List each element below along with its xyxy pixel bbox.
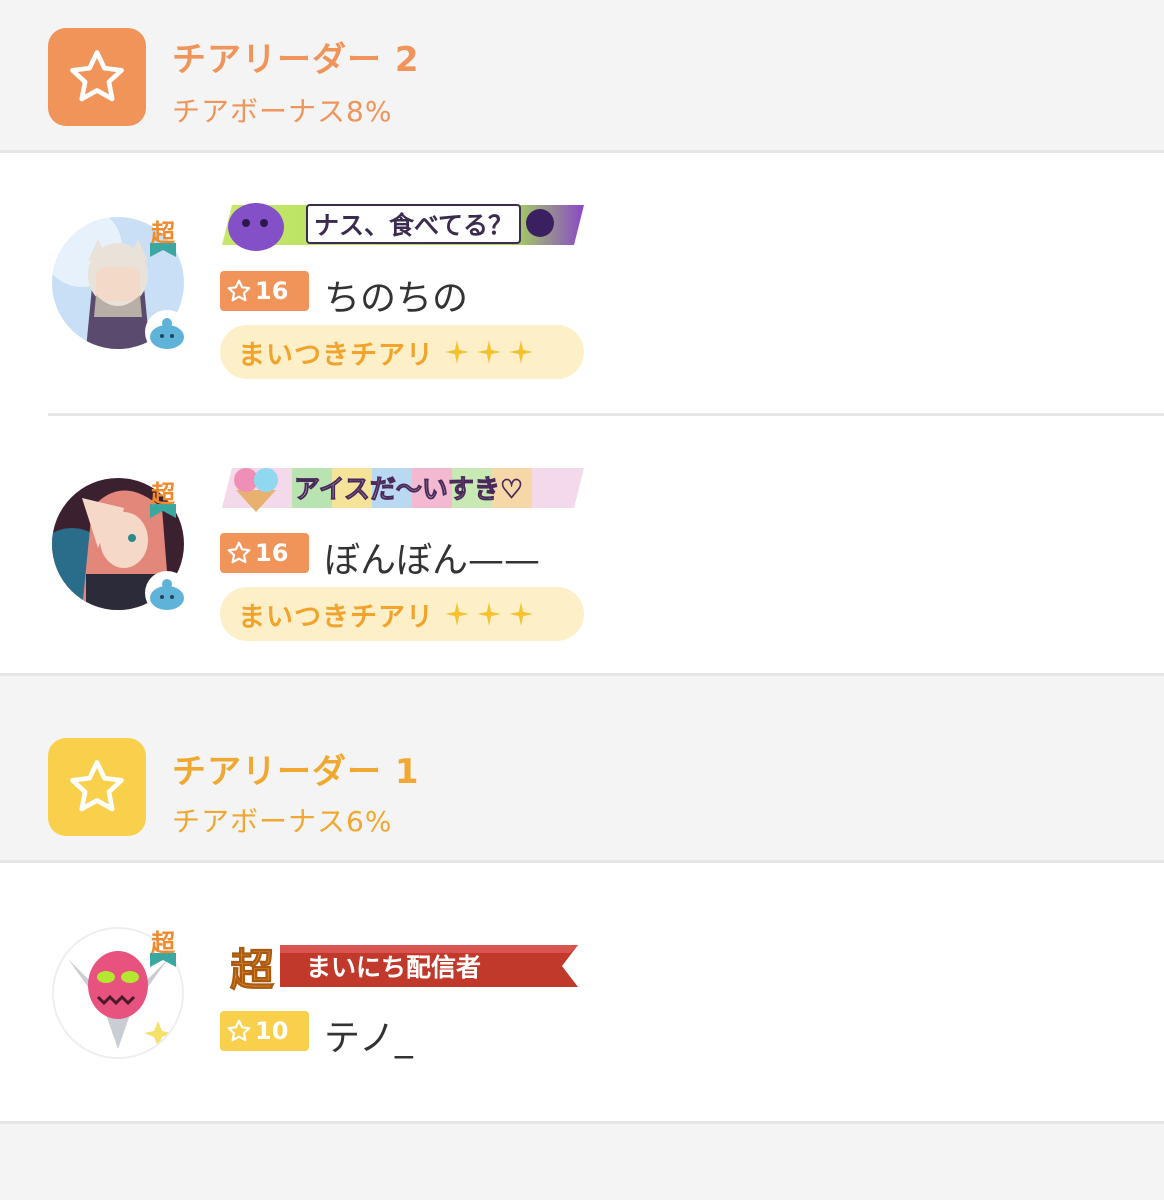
sparkle-icon xyxy=(509,602,533,626)
title-banner: ナス、食べてる？ xyxy=(222,197,584,251)
tier-bonus: チアボーナス6% xyxy=(172,805,393,838)
level-badge: 16 xyxy=(220,533,309,573)
sparkle-icon xyxy=(477,602,501,626)
level-badge: 16 xyxy=(220,271,309,311)
subscription-badge: まいつきチアリ xyxy=(220,325,584,379)
banner-text: ナス、食べてる？ xyxy=(306,204,522,244)
svg-text:超: 超 xyxy=(151,480,176,508)
tier-1-member-list: 超 超 まいにち配信者 10 テノ_ xyxy=(0,860,1164,1124)
username[interactable]: ちのちの xyxy=(324,269,468,321)
title-banner: 超 まいにち配信者 xyxy=(222,939,582,993)
tier-header-2: チアリーダー 2 チアボーナス8% xyxy=(0,0,1164,152)
pet-badge-icon xyxy=(145,571,189,615)
super-member-icon: 超 xyxy=(150,480,176,518)
tier-bonus: チアボーナス8% xyxy=(172,95,393,128)
level-value: 10 xyxy=(255,1017,289,1045)
star-outline-icon xyxy=(48,28,146,126)
tier-title: チアリーダー 1 xyxy=(172,752,420,792)
subscription-label: まいつきチアリ xyxy=(238,339,434,371)
super-member-icon: 超 xyxy=(150,219,176,257)
sparkle-icons xyxy=(444,601,534,627)
star-outline-icon xyxy=(227,1019,251,1042)
sparkle-icon xyxy=(477,340,501,364)
list-item[interactable]: 超 xyxy=(0,153,1164,413)
avatar[interactable]: 超 xyxy=(52,927,186,1061)
cheerleader-list-page: チアリーダー 2 チアボーナス8% 超 ナス、食べてる？ 16 ちのちの まいつ… xyxy=(0,0,1164,1200)
banner-text: アイスだ〜いすき♡ xyxy=(293,474,524,505)
username[interactable]: ぼんぼん—— xyxy=(324,531,540,583)
list-item[interactable]: 超 xyxy=(0,416,1164,676)
sparkle-icon xyxy=(445,340,469,364)
username[interactable]: テノ_ xyxy=(324,1009,413,1061)
svg-text:超: 超 xyxy=(151,219,176,247)
tier-title: チアリーダー 2 xyxy=(172,40,420,80)
star-outline-icon xyxy=(227,541,251,564)
avatar[interactable]: 超 xyxy=(52,217,189,354)
svg-text:超: 超 xyxy=(151,929,176,957)
sparkle-icons xyxy=(444,339,534,365)
title-banner: アイスだ〜いすき♡ xyxy=(222,460,584,514)
tier-2-member-list: 超 ナス、食べてる？ 16 ちのちの まいつきチアリ 超 アイスだ〜いすき♡ 1… xyxy=(0,150,1164,676)
avatar[interactable]: 超 xyxy=(52,478,189,615)
subscription-label: まいつきチアリ xyxy=(238,601,434,633)
level-value: 16 xyxy=(255,277,289,305)
star-outline-icon xyxy=(227,279,251,302)
subscription-badge: まいつきチアリ xyxy=(220,587,584,641)
level-badge: 10 xyxy=(220,1011,309,1051)
pet-badge-icon xyxy=(145,310,189,354)
list-item[interactable]: 超 超 まいにち配信者 10 テノ_ xyxy=(0,863,1164,1121)
banner-text: まいにち配信者 xyxy=(306,953,482,982)
super-member-icon: 超 xyxy=(150,929,176,967)
tier-header-1: チアリーダー 1 チアボーナス6% xyxy=(0,676,1164,862)
star-outline-icon xyxy=(48,738,146,836)
banner-prefix: 超 xyxy=(230,945,275,994)
sparkle-icon xyxy=(509,340,533,364)
level-value: 16 xyxy=(255,539,289,567)
sparkle-icon xyxy=(445,602,469,626)
